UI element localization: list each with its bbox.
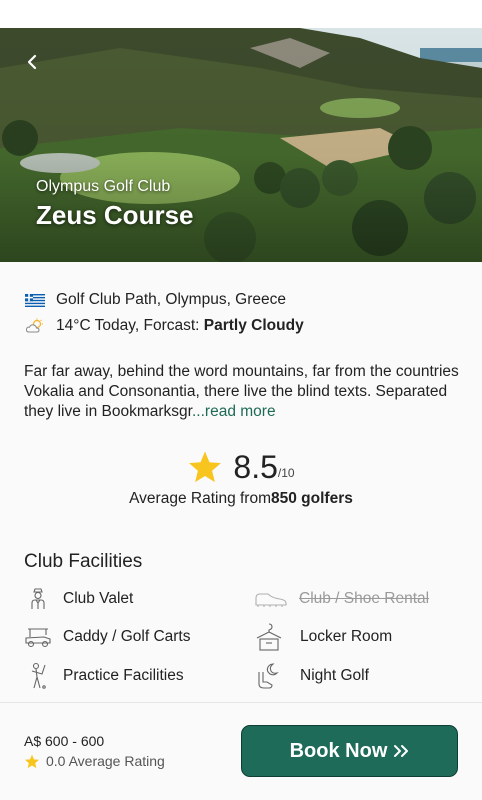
location-row: Golf Club Path, Olympus, Greece <box>24 291 286 309</box>
facility-label: Club Valet <box>63 590 134 607</box>
night-golf-icon <box>255 662 283 690</box>
golfer-icon <box>24 662 52 690</box>
average-rating-text: 0.0 Average Rating <box>46 753 165 769</box>
back-button[interactable] <box>18 48 46 76</box>
star-icon <box>24 754 40 769</box>
rating-caption-prefix: Average Rating from <box>129 490 271 507</box>
rating-section: 8.5 /10 Average Rating from850 golfers <box>0 450 482 508</box>
read-more-link[interactable]: ...read more <box>192 403 276 420</box>
rating-score: 8.5 <box>233 449 278 485</box>
partly-cloudy-icon <box>24 318 46 334</box>
shoe-icon <box>253 585 289 613</box>
book-now-button[interactable]: Book Now <box>241 725 458 777</box>
chevron-left-icon <box>27 54 37 70</box>
locker-icon <box>255 623 283 651</box>
weather-condition: Partly Cloudy <box>203 317 304 334</box>
rating-caption: Average Rating from850 golfers <box>0 490 482 508</box>
hero-image: Olympus Golf Club Zeus Course <box>0 28 482 262</box>
booking-footer: A$ 600 - 600 0.0 Average Rating Book Now <box>0 702 482 800</box>
weather-row: 14°C Today, Forcast: Partly Cloudy <box>24 317 304 335</box>
facility-label: Caddy / Golf Carts <box>63 628 191 645</box>
rating-max: /10 <box>277 466 295 480</box>
facility-locker-room: Locker Room <box>255 623 392 651</box>
rating-golfer-count: 850 golfers <box>271 490 353 507</box>
facility-label: Practice Facilities <box>63 667 184 684</box>
status-bar <box>0 0 482 28</box>
greece-flag-icon <box>24 292 46 308</box>
course-title: Zeus Course <box>36 200 194 230</box>
double-chevron-right-icon <box>393 744 409 758</box>
course-description: Far far away, behind the word mountains,… <box>24 362 464 422</box>
weather-prefix: 14°C Today, Forcast: <box>56 317 204 334</box>
facility-practice: Practice Facilities <box>24 662 184 690</box>
facility-label: Club / Shoe Rental <box>299 590 430 607</box>
facility-label: Night Golf <box>300 667 369 684</box>
golf-cart-icon <box>24 623 52 651</box>
facility-label: Locker Room <box>300 628 393 645</box>
facility-club-valet: Club Valet <box>24 585 133 613</box>
facility-night-golf: Night Golf <box>255 662 369 690</box>
facilities-title: Club Facilities <box>24 551 143 572</box>
valet-icon <box>24 585 52 613</box>
star-icon <box>189 451 222 483</box>
average-rating: 0.0 Average Rating <box>24 753 165 769</box>
facility-shoe-rental: Club / Shoe Rental <box>253 585 429 613</box>
facility-golf-carts: Caddy / Golf Carts <box>24 623 191 651</box>
address-text: Golf Club Path, Olympus, Greece <box>56 291 287 308</box>
book-now-label: Book Now <box>289 739 388 762</box>
club-name: Olympus Golf Club <box>36 178 171 195</box>
price-range: A$ 600 - 600 <box>24 733 105 749</box>
